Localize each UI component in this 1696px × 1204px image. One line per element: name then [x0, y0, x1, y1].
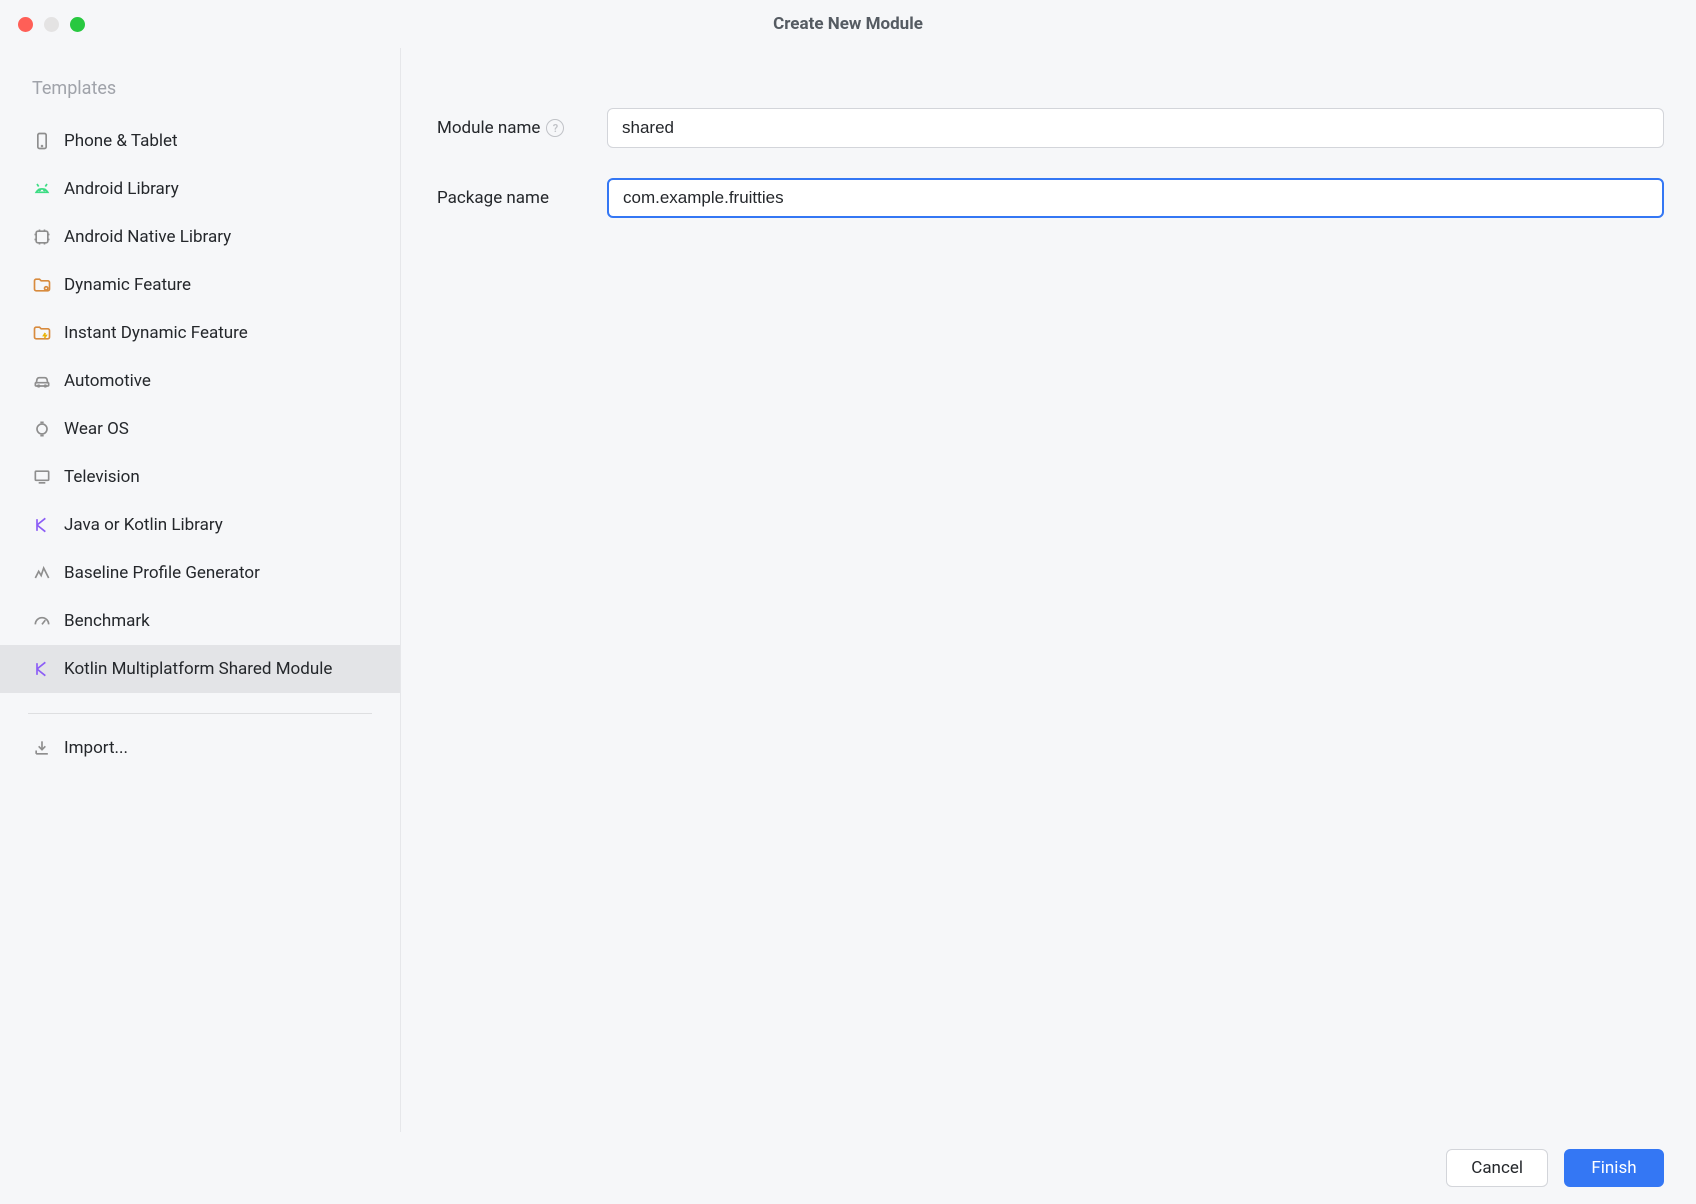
template-list: Phone & Tablet Android Library Android Nat… — [0, 117, 400, 693]
watch-icon — [32, 419, 52, 439]
template-item-wear-os[interactable]: Wear OS — [0, 405, 400, 453]
package-name-row: Package name — [437, 178, 1664, 218]
dialog-title: Create New Module — [773, 14, 923, 34]
module-name-label: Module name — [437, 118, 540, 138]
baseline-icon — [32, 563, 52, 583]
sidebar-divider — [28, 713, 372, 714]
finish-button[interactable]: Finish — [1564, 1149, 1664, 1187]
template-item-television[interactable]: Television — [0, 453, 400, 501]
template-item-label: Java or Kotlin Library — [64, 515, 223, 535]
template-item-label: Television — [64, 467, 140, 487]
package-name-label: Package name — [437, 188, 549, 208]
template-item-label: Kotlin Multiplatform Shared Module — [64, 659, 332, 679]
cancel-button[interactable]: Cancel — [1446, 1149, 1548, 1187]
template-item-label: Instant Dynamic Feature — [64, 323, 248, 343]
template-item-label: Dynamic Feature — [64, 275, 191, 295]
template-item-instant-dynamic-feature[interactable]: Instant Dynamic Feature — [0, 309, 400, 357]
device-icon — [32, 131, 52, 151]
module-name-row: Module name ? — [437, 108, 1664, 148]
import-list: Import... — [0, 724, 400, 772]
template-item-baseline-profile-generator[interactable]: Baseline Profile Generator — [0, 549, 400, 597]
template-item-benchmark[interactable]: Benchmark — [0, 597, 400, 645]
maximize-window-button[interactable] — [70, 17, 85, 32]
templates-sidebar: Templates Phone & Tablet Android Library A… — [0, 48, 400, 1132]
template-item-kotlin-multiplatform-shared-module[interactable]: Kotlin Multiplatform Shared Module — [0, 645, 400, 693]
template-item-phone-tablet[interactable]: Phone & Tablet — [0, 117, 400, 165]
tv-icon — [32, 467, 52, 487]
kotlin-icon — [32, 659, 52, 679]
template-item-label: Android Library — [64, 179, 179, 199]
template-item-label: Baseline Profile Generator — [64, 563, 260, 583]
template-item-automotive[interactable]: Automotive — [0, 357, 400, 405]
main-content: Templates Phone & Tablet Android Library A… — [0, 48, 1696, 1132]
template-item-java-or-kotlin-library[interactable]: Java or Kotlin Library — [0, 501, 400, 549]
kotlin-icon — [32, 515, 52, 535]
package-name-input[interactable] — [607, 178, 1664, 218]
footer: Cancel Finish — [0, 1132, 1696, 1204]
car-icon — [32, 371, 52, 391]
template-item-label: Android Native Library — [64, 227, 231, 247]
gauge-icon — [32, 611, 52, 631]
android-icon — [32, 179, 52, 199]
folder-gear-icon — [32, 275, 52, 295]
import-icon — [32, 738, 52, 758]
close-window-button[interactable] — [18, 17, 33, 32]
module-name-input[interactable] — [607, 108, 1664, 148]
native-icon — [32, 227, 52, 247]
template-item-dynamic-feature[interactable]: Dynamic Feature — [0, 261, 400, 309]
import-item[interactable]: Import... — [0, 724, 400, 772]
sidebar-heading: Templates — [0, 48, 400, 117]
import-item-label: Import... — [64, 738, 128, 758]
minimize-window-button[interactable] — [44, 17, 59, 32]
template-item-label: Phone & Tablet — [64, 131, 178, 151]
titlebar: Create New Module — [0, 0, 1696, 48]
template-item-android-native-library[interactable]: Android Native Library — [0, 213, 400, 261]
template-item-android-library[interactable]: Android Library — [0, 165, 400, 213]
folder-bolt-icon — [32, 323, 52, 343]
help-icon[interactable]: ? — [546, 119, 564, 137]
template-item-label: Benchmark — [64, 611, 150, 631]
template-item-label: Wear OS — [64, 419, 129, 439]
template-item-label: Automotive — [64, 371, 151, 391]
form-area: Module name ? Package name — [401, 48, 1696, 1132]
